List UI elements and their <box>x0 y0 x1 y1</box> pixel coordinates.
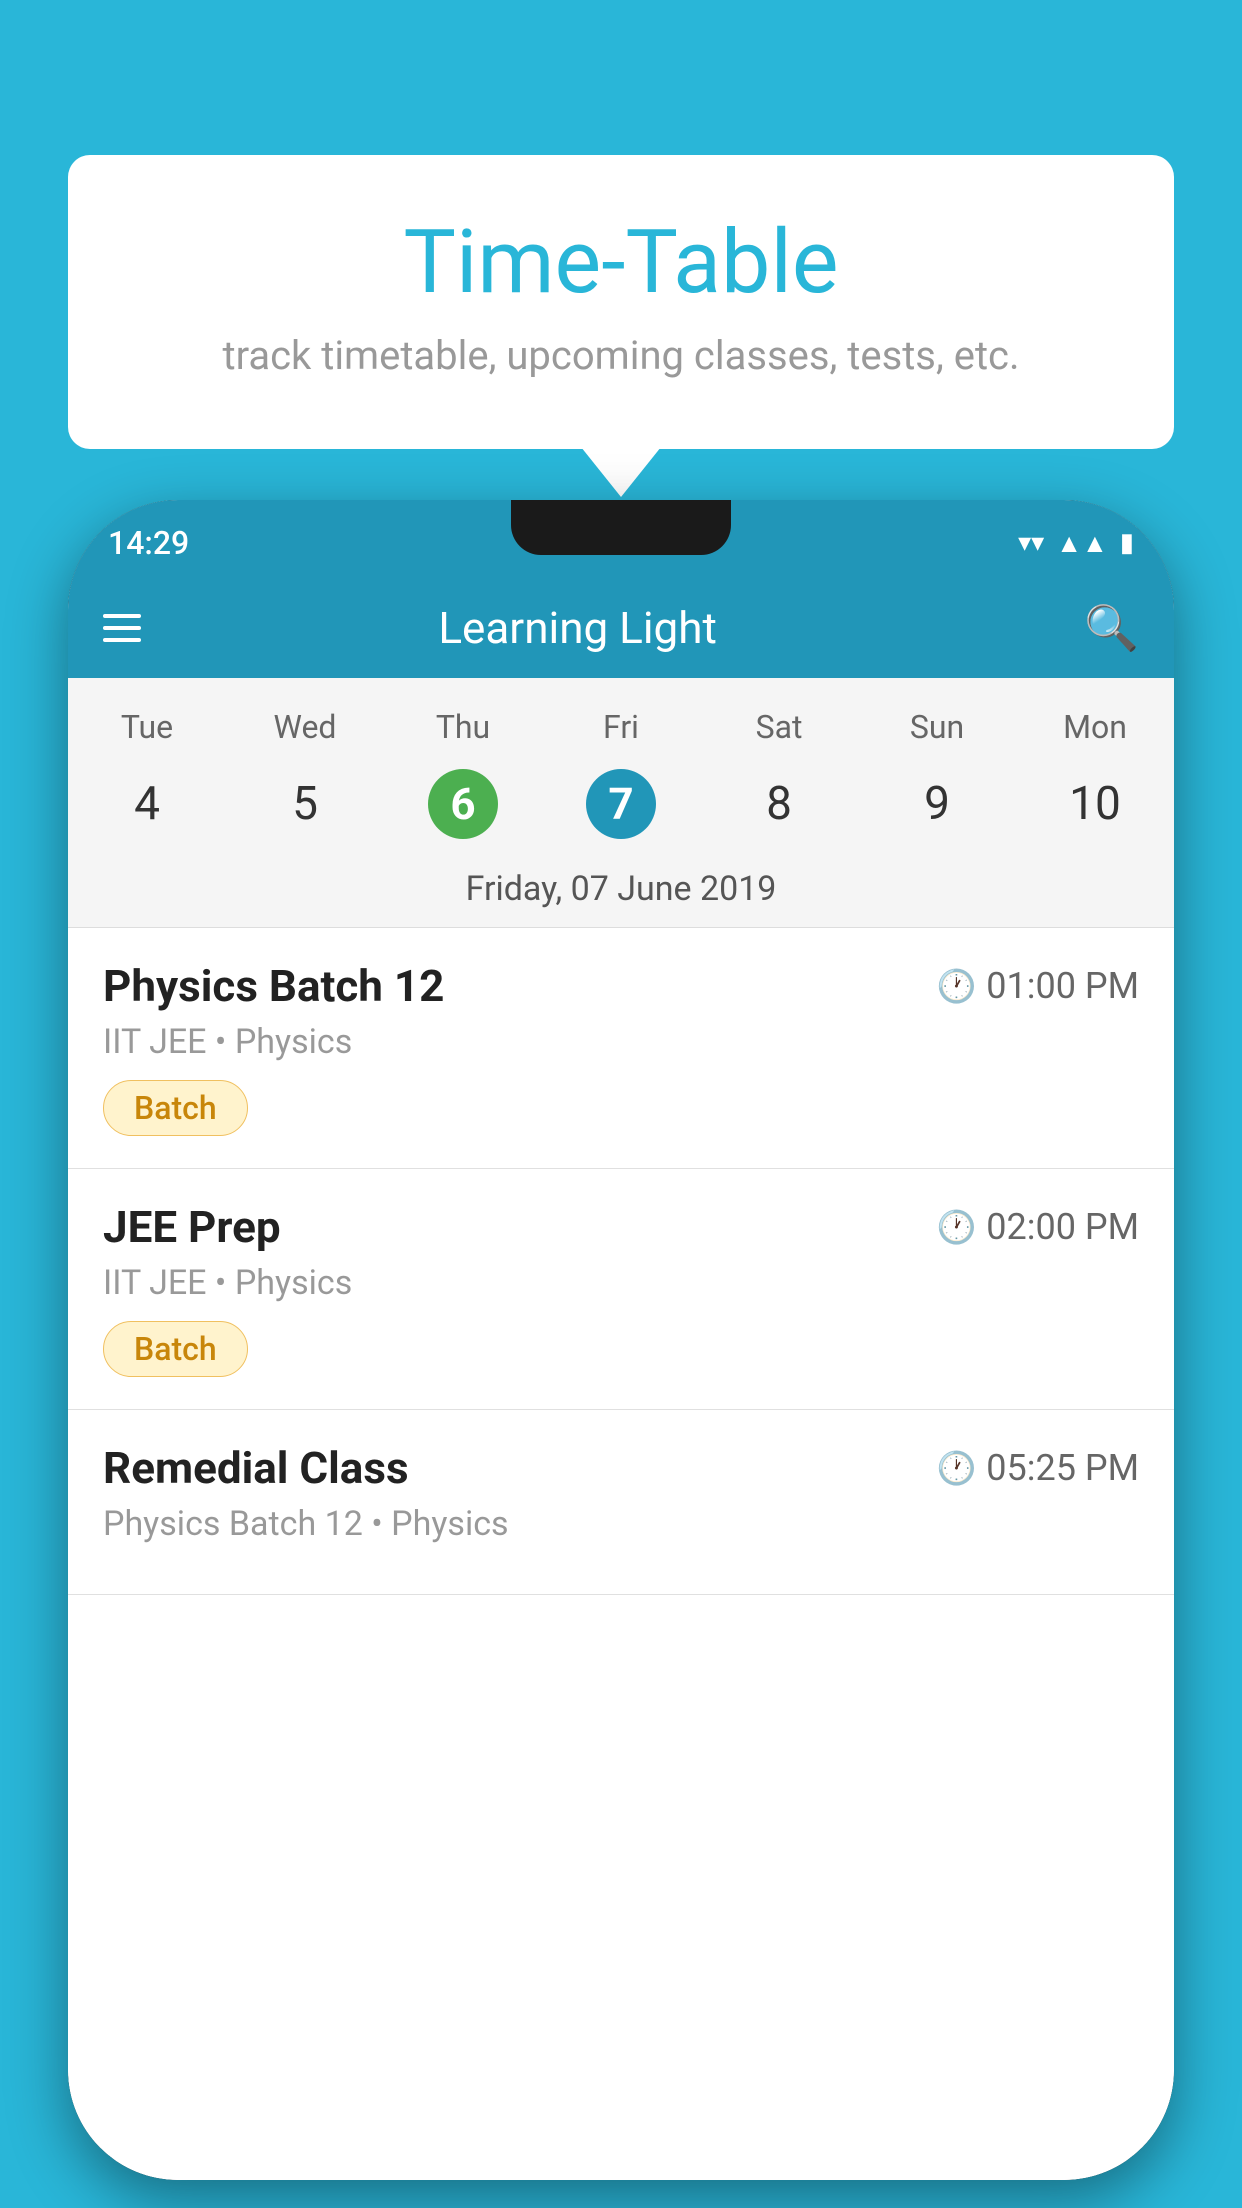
hamburger-line-3 <box>103 638 141 642</box>
schedule-container: Physics Batch 12 🕐 01:00 PM IIT JEE • Ph… <box>68 928 1174 2180</box>
schedule-name-2: JEE Prep <box>103 1201 281 1253</box>
day-header-wed: Wed <box>226 698 384 756</box>
tooltip-title: Time-Table <box>118 215 1124 312</box>
app-bar: Learning Light 🔍 <box>68 578 1174 678</box>
status-icons: ▾▾ ▲▲ ▮ <box>1018 528 1134 559</box>
day-6[interactable]: 6 <box>384 761 542 847</box>
schedule-meta-1: IIT JEE • Physics <box>103 1022 1139 1062</box>
schedule-name-1: Physics Batch 12 <box>103 960 444 1012</box>
calendar-section: Tue Wed Thu Fri Sat Sun Mon 4 5 6 7 8 9 … <box>68 678 1174 928</box>
phone-screen: 14:29 ▾▾ ▲▲ ▮ Learning Light 🔍 Tue Wed T… <box>68 500 1174 2180</box>
day-9[interactable]: 9 <box>858 761 1016 847</box>
battery-icon: ▮ <box>1120 528 1134 558</box>
schedule-time-text-1: 01:00 PM <box>986 965 1139 1007</box>
hamburger-menu[interactable] <box>103 614 141 642</box>
day-header-tue: Tue <box>68 698 226 756</box>
status-time: 14:29 <box>108 524 189 562</box>
schedule-meta-3: Physics Batch 12 • Physics <box>103 1504 1139 1544</box>
batch-badge-1: Batch <box>103 1080 248 1136</box>
schedule-time-text-3: 05:25 PM <box>986 1447 1139 1489</box>
day-numbers: 4 5 6 7 8 9 10 <box>68 756 1174 857</box>
day-header-fri: Fri <box>542 698 700 756</box>
day-header-thu: Thu <box>384 698 542 756</box>
clock-icon-2: 🕐 <box>936 1208 976 1246</box>
phone-notch <box>511 500 731 555</box>
signal-icon: ▲▲ <box>1056 528 1107 559</box>
search-icon[interactable]: 🔍 <box>1084 602 1139 654</box>
wifi-icon: ▾▾ <box>1018 528 1044 558</box>
day-header-sun: Sun <box>858 698 1016 756</box>
day-4[interactable]: 4 <box>68 761 226 847</box>
schedule-item-1-header: Physics Batch 12 🕐 01:00 PM <box>103 960 1139 1012</box>
schedule-time-1: 🕐 01:00 PM <box>936 965 1139 1007</box>
day-7[interactable]: 7 <box>542 761 700 847</box>
schedule-time-2: 🕐 02:00 PM <box>936 1206 1139 1248</box>
day-header-sat: Sat <box>700 698 858 756</box>
selected-date: Friday, 07 June 2019 <box>68 857 1174 928</box>
day-headers: Tue Wed Thu Fri Sat Sun Mon <box>68 678 1174 756</box>
clock-icon-3: 🕐 <box>936 1449 976 1487</box>
schedule-item-2[interactable]: JEE Prep 🕐 02:00 PM IIT JEE • Physics Ba… <box>68 1169 1174 1410</box>
schedule-time-text-2: 02:00 PM <box>986 1206 1139 1248</box>
schedule-name-3: Remedial Class <box>103 1442 409 1494</box>
schedule-item-3-header: Remedial Class 🕐 05:25 PM <box>103 1442 1139 1494</box>
batch-badge-2: Batch <box>103 1321 248 1377</box>
day-8[interactable]: 8 <box>700 761 858 847</box>
clock-icon-1: 🕐 <box>936 967 976 1005</box>
schedule-item-1[interactable]: Physics Batch 12 🕐 01:00 PM IIT JEE • Ph… <box>68 928 1174 1169</box>
day-7-circle: 7 <box>586 769 656 839</box>
day-header-mon: Mon <box>1016 698 1174 756</box>
phone-frame: 14:29 ▾▾ ▲▲ ▮ Learning Light 🔍 Tue Wed T… <box>68 500 1174 2180</box>
hamburger-line-1 <box>103 614 141 618</box>
day-5[interactable]: 5 <box>226 761 384 847</box>
schedule-time-3: 🕐 05:25 PM <box>936 1447 1139 1489</box>
hamburger-line-2 <box>103 626 141 630</box>
schedule-item-3[interactable]: Remedial Class 🕐 05:25 PM Physics Batch … <box>68 1410 1174 1595</box>
schedule-item-2-header: JEE Prep 🕐 02:00 PM <box>103 1201 1139 1253</box>
tooltip-card: Time-Table track timetable, upcoming cla… <box>68 155 1174 449</box>
day-10[interactable]: 10 <box>1016 761 1174 847</box>
tooltip-subtitle: track timetable, upcoming classes, tests… <box>118 332 1124 379</box>
schedule-meta-2: IIT JEE • Physics <box>103 1263 1139 1303</box>
day-6-circle: 6 <box>428 769 498 839</box>
app-title: Learning Light <box>171 602 1054 654</box>
